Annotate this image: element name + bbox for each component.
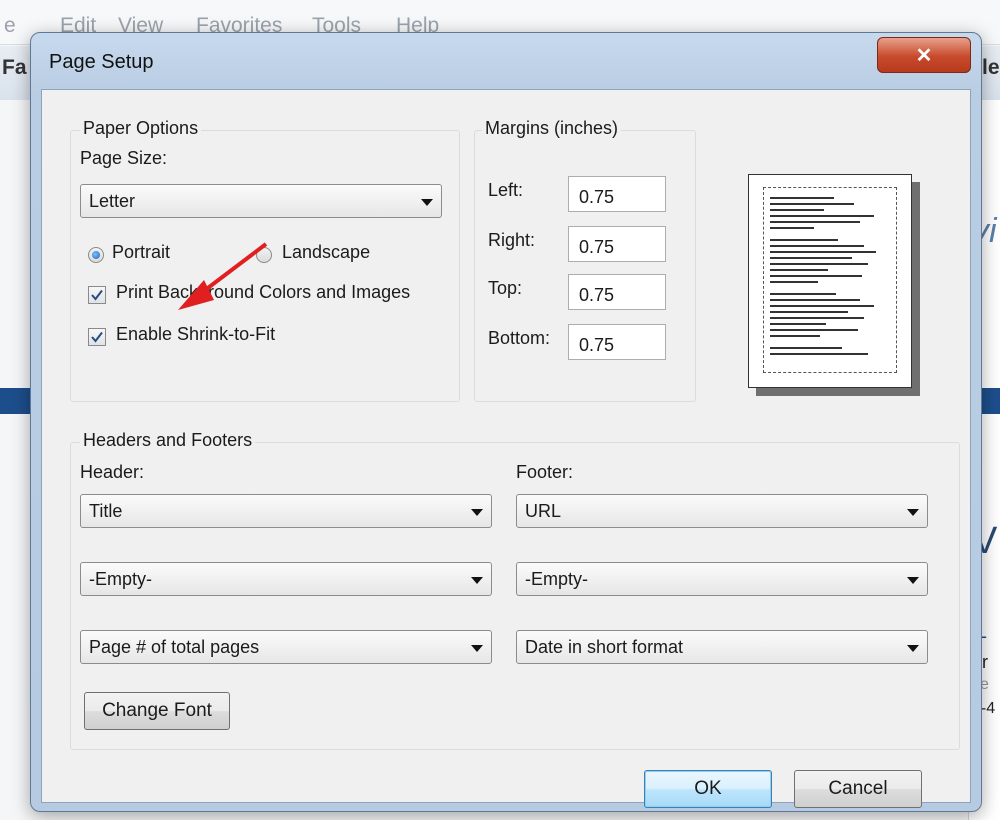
preview-margin-box bbox=[763, 187, 897, 373]
dialog-title: Page Setup bbox=[49, 51, 154, 73]
header-select-2-value: -Empty- bbox=[89, 569, 152, 589]
footer-select-2[interactable]: -Empty- bbox=[516, 562, 928, 596]
right-margin-label: Right: bbox=[488, 230, 536, 250]
top-margin-label: Top: bbox=[488, 278, 523, 298]
portrait-label[interactable]: Portrait bbox=[112, 242, 170, 263]
headers-footers-label: Headers and Footers bbox=[80, 430, 256, 451]
page-size-label: Page Size: bbox=[80, 148, 168, 168]
close-icon: ✕ bbox=[915, 44, 933, 67]
close-button[interactable]: ✕ bbox=[877, 37, 971, 73]
portrait-radio[interactable] bbox=[88, 247, 104, 263]
footer-select-3[interactable]: Date in short format bbox=[516, 630, 928, 664]
chevron-down-icon bbox=[421, 199, 433, 206]
chevron-down-icon bbox=[907, 645, 919, 652]
chevron-down-icon bbox=[471, 577, 483, 584]
print-background-checkbox[interactable] bbox=[88, 286, 106, 304]
page-setup-dialog: Page Setup ✕ Paper Options Page Size: Le… bbox=[30, 32, 982, 812]
shrink-to-fit-checkbox[interactable] bbox=[88, 328, 106, 346]
footer-select-3-value: Date in short format bbox=[525, 637, 684, 657]
chevron-down-icon bbox=[471, 645, 483, 652]
margins-label: Margins (inches) bbox=[482, 118, 622, 139]
paper-options-label: Paper Options bbox=[80, 118, 202, 139]
preview-text-lines bbox=[770, 197, 876, 355]
bottom-margin-label: Bottom: bbox=[488, 328, 551, 348]
header-select-1-value: Title bbox=[89, 501, 123, 521]
landscape-label[interactable]: Landscape bbox=[282, 242, 370, 263]
right-margin-input[interactable] bbox=[568, 226, 666, 262]
page-preview bbox=[748, 174, 912, 388]
page-size-select[interactable]: Letter bbox=[80, 184, 442, 218]
header-select-3[interactable]: Page # of total pages bbox=[80, 630, 492, 664]
checkmark-icon bbox=[91, 331, 103, 343]
bg-toolbar-fragment-left: Fa bbox=[2, 56, 27, 79]
chevron-down-icon bbox=[471, 509, 483, 516]
header-select-2[interactable]: -Empty- bbox=[80, 562, 492, 596]
footer-select-2-value: -Empty- bbox=[525, 569, 588, 589]
checkmark-icon bbox=[91, 289, 103, 301]
dialog-client-area: Paper Options Page Size: Letter Portrait… bbox=[41, 89, 971, 808]
footer-select-1[interactable]: URL bbox=[516, 494, 928, 528]
bg-toolbar-fragment-right: le bbox=[982, 56, 1000, 79]
page-size-value: Letter bbox=[89, 191, 136, 211]
left-margin-input[interactable] bbox=[568, 176, 666, 212]
header-label: Header: bbox=[80, 462, 145, 482]
bg-menu-item: e bbox=[4, 14, 16, 37]
top-margin-input[interactable] bbox=[568, 274, 666, 310]
shrink-to-fit-label[interactable]: Enable Shrink-to-Fit bbox=[116, 324, 275, 345]
chevron-down-icon bbox=[907, 577, 919, 584]
chevron-down-icon bbox=[907, 509, 919, 516]
header-select-3-value: Page # of total pages bbox=[89, 637, 260, 657]
red-arrow-annotation bbox=[178, 242, 268, 310]
header-select-1[interactable]: Title bbox=[80, 494, 492, 528]
footer-select-1-value: URL bbox=[525, 501, 562, 521]
footer-label: Footer: bbox=[516, 462, 574, 482]
left-margin-label: Left: bbox=[488, 180, 524, 200]
margins-group bbox=[474, 130, 696, 402]
cancel-button[interactable]: Cancel bbox=[794, 770, 922, 808]
bottom-margin-input[interactable] bbox=[568, 324, 666, 360]
change-font-button[interactable]: Change Font bbox=[84, 692, 230, 730]
ok-button[interactable]: OK bbox=[644, 770, 772, 808]
